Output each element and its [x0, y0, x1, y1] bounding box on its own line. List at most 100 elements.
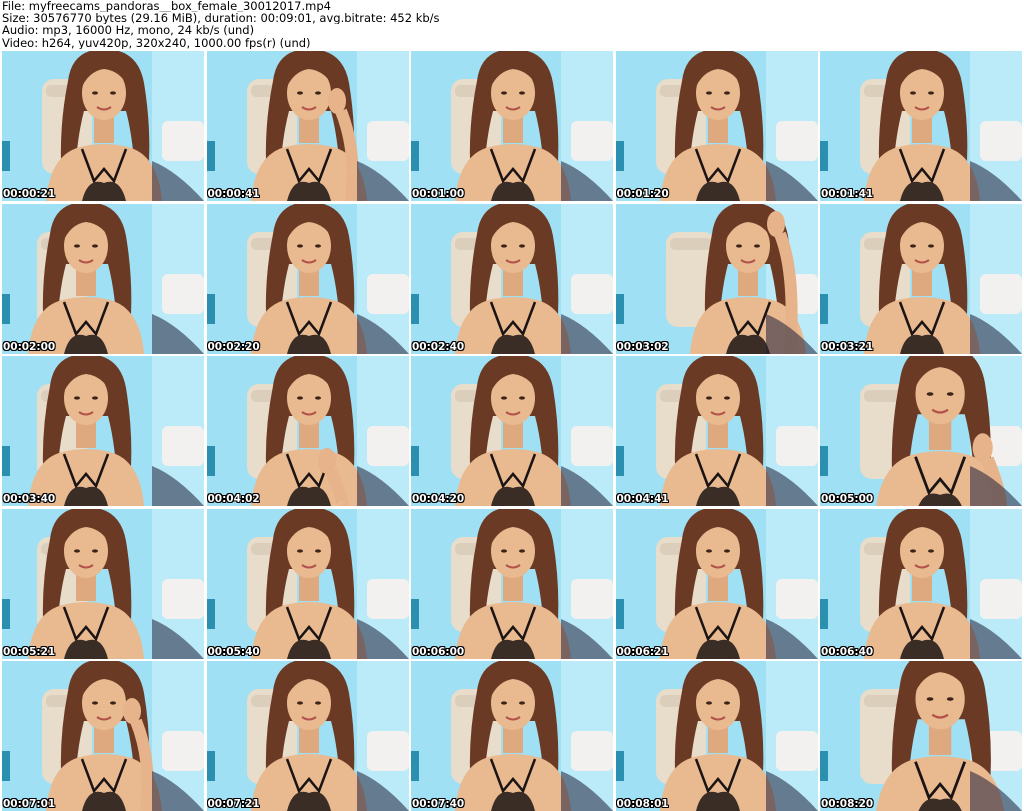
timestamp-label: 00:00:41: [207, 188, 260, 200]
pillow: [162, 578, 204, 619]
side-object: [206, 141, 215, 171]
left-eye: [92, 701, 98, 705]
side-object: [206, 293, 215, 324]
pillow: [162, 273, 204, 314]
right-eye: [723, 701, 730, 705]
pillow: [775, 121, 818, 161]
right-eye: [723, 548, 730, 553]
right-eye: [314, 91, 321, 95]
side-object: [206, 751, 215, 781]
timestamp-label: 00:01:20: [616, 188, 669, 200]
side-object: [820, 141, 828, 171]
timestamp-label: 00:03:40: [3, 493, 56, 505]
thumbnail-image: [206, 508, 409, 659]
timestamp-label: 00:04:20: [412, 493, 465, 505]
pillow: [366, 121, 409, 161]
side-object: [615, 446, 624, 476]
thumbnail-image: [2, 356, 204, 506]
right-eye: [723, 91, 730, 95]
thumbnail-image: [411, 51, 613, 201]
left-eye: [296, 91, 303, 95]
right-eye: [519, 396, 525, 400]
thumbnail-image: [615, 51, 818, 201]
right-eye: [723, 396, 730, 400]
timestamp-label: 00:06:00: [412, 645, 465, 658]
timestamp-label: 00:06:40: [821, 645, 874, 658]
pillow: [162, 121, 204, 161]
video-thumbnail: 00:03:40: [2, 356, 204, 506]
thumbnail-image: [2, 508, 204, 659]
timestamp-label: 00:02:00: [3, 340, 56, 353]
thumbnail-image: [411, 356, 613, 506]
video-thumbnail: 00:07:40: [411, 661, 613, 811]
left-eye: [74, 396, 80, 400]
video-thumbnail: 00:05:21: [2, 508, 204, 659]
side-object: [615, 751, 624, 781]
pillow: [775, 578, 818, 619]
pillow: [571, 578, 613, 619]
side-object: [2, 598, 10, 629]
file-name-line: File: myfreecams_pandoras__box_female_30…: [2, 0, 331, 13]
timestamp-label: 00:07:40: [412, 798, 465, 810]
left-eye: [735, 243, 742, 248]
video-thumbnail: 00:06:21: [615, 508, 818, 659]
timestamp-label: 00:01:41: [821, 188, 874, 200]
video-thumbnail: 00:03:21: [820, 203, 1022, 354]
left-eye: [705, 396, 712, 400]
right-eye: [519, 243, 525, 248]
timestamp-label: 00:05:21: [3, 645, 56, 658]
timestamp-label: 00:05:00: [821, 493, 874, 505]
video-thumbnail: 00:05:00: [820, 356, 1022, 506]
video-thumbnail: 00:08:20: [820, 661, 1022, 811]
side-object: [411, 446, 419, 476]
side-object: [820, 446, 828, 476]
right-eye: [92, 243, 98, 248]
timestamp-label: 00:07:01: [3, 798, 56, 810]
left-eye: [501, 243, 507, 248]
timestamp-label: 00:02:20: [207, 340, 260, 353]
thumbnail-image: [820, 203, 1022, 354]
left-eye: [296, 701, 303, 705]
right-eye: [92, 548, 98, 553]
left-eye: [926, 392, 934, 396]
left-eye: [296, 548, 303, 553]
timestamp-label: 00:08:20: [821, 798, 874, 810]
video-thumbnail: 00:02:00: [2, 203, 204, 354]
right-eye: [110, 701, 116, 705]
thumbnail-image: [206, 356, 409, 506]
left-eye: [74, 548, 80, 553]
left-eye: [92, 91, 98, 95]
timestamp-label: 00:04:02: [207, 493, 260, 505]
side-object: [820, 293, 828, 324]
timestamp-label: 00:05:40: [207, 645, 260, 658]
right-eye: [753, 243, 760, 248]
video-thumbnail: 00:08:01: [615, 661, 818, 811]
thumbnail-image: [2, 661, 204, 811]
thumbnail-image: [411, 661, 613, 811]
side-object: [615, 598, 624, 629]
left-eye: [926, 697, 934, 701]
left-eye: [74, 243, 80, 248]
side-object: [820, 751, 828, 781]
thumbnail-image: [820, 51, 1022, 201]
thumbnail-image: [820, 508, 1022, 659]
timestamp-label: 00:07:21: [207, 798, 260, 810]
timestamp-label: 00:01:00: [412, 188, 465, 200]
timestamp-label: 00:03:02: [616, 340, 669, 353]
thumbnail-image: [615, 508, 818, 659]
video-thumbnail: 00:01:00: [411, 51, 613, 201]
pillow: [162, 426, 204, 466]
thumbnail-image: [2, 51, 204, 201]
right-eye: [946, 392, 954, 396]
video-thumbnail: 00:01:41: [820, 51, 1022, 201]
pillow: [775, 426, 818, 466]
side-object: [2, 751, 10, 781]
right-eye: [92, 396, 98, 400]
thumbnail-image: [820, 356, 1022, 506]
timestamp-label: 00:02:40: [412, 340, 465, 353]
audio-info-line: Audio: mp3, 16000 Hz, mono, 24 kb/s (und…: [2, 24, 255, 37]
left-eye: [501, 701, 507, 705]
pillow: [980, 273, 1022, 314]
thumbnail-grid: 00:00:21 00:00:41 00:01:00 00:01:20 00:01:41…: [2, 51, 1022, 811]
pillow: [366, 273, 409, 314]
